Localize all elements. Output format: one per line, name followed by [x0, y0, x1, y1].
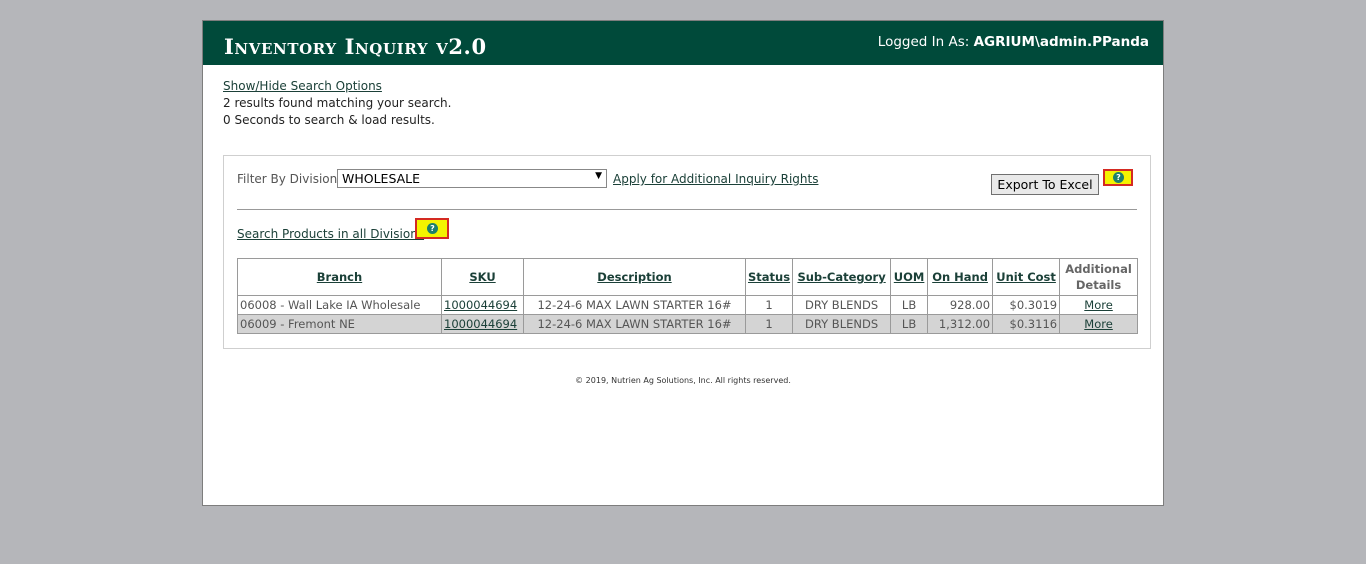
cell-subcategory: DRY BLENDS	[792, 314, 892, 334]
question-icon: ?	[427, 223, 438, 234]
table-header-row: Branch SKU Description Status Sub-Catego…	[237, 258, 1138, 296]
cell-branch: 06009 - Fremont NE	[237, 314, 442, 334]
more-details-link[interactable]: More	[1084, 298, 1113, 312]
table-row: 06008 - Wall Lake IA Wholesale 100004469…	[237, 295, 1138, 315]
cell-details: More	[1059, 295, 1138, 315]
cell-sku: 1000044694	[441, 295, 524, 315]
column-header-description[interactable]: Description	[523, 258, 746, 296]
cell-uom: LB	[890, 314, 929, 334]
show-hide-search-options-link[interactable]: Show/Hide Search Options	[223, 79, 382, 93]
question-icon: ?	[1113, 172, 1124, 183]
login-status: Logged In As: AGRIUM\admin.PPanda	[878, 34, 1149, 50]
more-details-link[interactable]: More	[1084, 317, 1113, 331]
cell-details: More	[1059, 314, 1138, 334]
app-title: Inventory Inquiry v2.0	[224, 34, 487, 59]
sort-uom-link[interactable]: UOM	[894, 270, 925, 284]
column-header-onhand[interactable]: On Hand	[927, 258, 994, 296]
table-row: 06009 - Fremont NE 1000044694 12-24-6 MA…	[237, 314, 1138, 334]
division-select[interactable]: WHOLESALE ▼	[337, 169, 607, 188]
column-header-unitcost[interactable]: Unit Cost	[992, 258, 1061, 296]
column-header-subcategory[interactable]: Sub-Category	[792, 258, 892, 296]
sort-subcategory-link[interactable]: Sub-Category	[797, 270, 885, 284]
column-header-sku[interactable]: SKU	[441, 258, 524, 296]
column-header-branch[interactable]: Branch	[237, 258, 442, 296]
export-to-excel-button[interactable]: Export To Excel	[991, 174, 1099, 195]
export-help-button[interactable]: ?	[1103, 169, 1133, 186]
additional-header-line2: Details	[1075, 278, 1122, 292]
search-info: Show/Hide Search Options 2 results found…	[223, 78, 451, 129]
cell-onhand: 1,312.00	[927, 314, 994, 334]
cell-uom: LB	[890, 295, 929, 315]
cell-sku: 1000044694	[441, 314, 524, 334]
app-header: Inventory Inquiry v2.0 Logged In As: AGR…	[203, 21, 1163, 65]
search-all-divisions-link[interactable]: Search Products in all Divisions	[237, 227, 424, 241]
cell-description: 12-24-6 MAX LAWN STARTER 16#	[523, 295, 746, 315]
column-header-status[interactable]: Status	[744, 258, 794, 296]
cell-status: 1	[744, 314, 794, 334]
cell-unitcost: $0.3116	[992, 314, 1061, 334]
sort-unitcost-link[interactable]: Unit Cost	[996, 270, 1056, 284]
cell-description: 12-24-6 MAX LAWN STARTER 16#	[523, 314, 746, 334]
results-table: Branch SKU Description Status Sub-Catego…	[237, 258, 1138, 334]
filter-division-label: Filter By Division:	[237, 172, 342, 186]
results-panel: Filter By Division: WHOLESALE ▼ Apply fo…	[223, 155, 1151, 349]
search-all-help-button[interactable]: ?	[415, 218, 449, 239]
apply-inquiry-rights-link[interactable]: Apply for Additional Inquiry Rights	[613, 172, 818, 186]
sku-link[interactable]: 1000044694	[444, 298, 517, 312]
division-selected-value: WHOLESALE	[342, 171, 421, 186]
cell-status: 1	[744, 295, 794, 315]
sort-branch-link[interactable]: Branch	[317, 270, 362, 284]
sort-onhand-link[interactable]: On Hand	[932, 270, 988, 284]
cell-branch: 06008 - Wall Lake IA Wholesale	[237, 295, 442, 315]
login-user: AGRIUM\admin.PPanda	[973, 34, 1149, 50]
sort-status-link[interactable]: Status	[748, 270, 790, 284]
login-prefix: Logged In As:	[877, 34, 970, 50]
dropdown-arrow-icon: ▼	[595, 171, 602, 181]
cell-unitcost: $0.3019	[992, 295, 1061, 315]
cell-onhand: 928.00	[927, 295, 994, 315]
column-header-uom[interactable]: UOM	[890, 258, 929, 296]
cell-subcategory: DRY BLENDS	[792, 295, 892, 315]
divider	[237, 209, 1137, 210]
search-time: 0 Seconds to search & load results.	[223, 113, 435, 127]
column-header-additional-details: Additional Details	[1059, 258, 1138, 296]
sort-sku-link[interactable]: SKU	[469, 270, 495, 284]
additional-header-line1: Additional	[1065, 262, 1132, 276]
app-window: Inventory Inquiry v2.0 Logged In As: AGR…	[202, 20, 1164, 506]
footer-copyright: © 2019, Nutrien Ag Solutions, Inc. All r…	[575, 376, 791, 385]
sort-description-link[interactable]: Description	[597, 270, 671, 284]
results-count: 2 results found matching your search.	[223, 96, 452, 110]
sku-link[interactable]: 1000044694	[444, 317, 517, 331]
